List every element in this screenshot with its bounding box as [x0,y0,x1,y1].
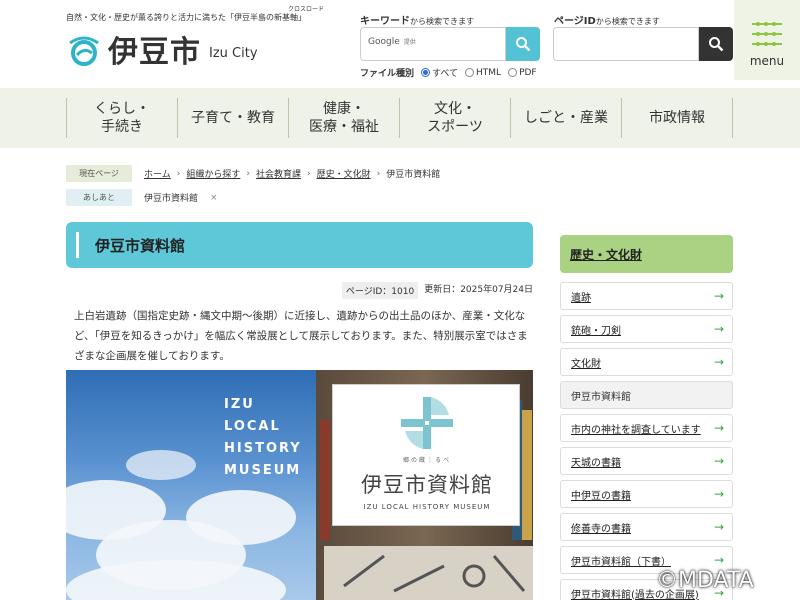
breadcrumb-link-dept[interactable]: 社会教育課 [256,167,301,180]
arrow-right-icon: → [713,487,724,501]
arrow-right-icon: → [713,421,724,435]
card-japanese-title: 伊豆市資料館 [361,473,493,497]
sidebar-item-cultural-property[interactable]: 文化財 → [560,348,733,376]
lead-paragraph: 上白岩遺跡（国指定史跡・縄文中期～後期）に近接し、遺跡からの出土品のほか、産業・… [74,310,528,362]
gnav-item-health[interactable]: 健康・ 医療・福祉 [288,98,399,138]
sidebar-item-firearms[interactable]: 銃砲・刀剣 → [560,315,733,343]
chevron-right-icon: › [306,168,311,179]
page-id-badge: ページID：1010 [341,282,419,299]
pageid-search-input[interactable] [553,27,699,61]
pageid-search-label: ページIDから検索できます [554,16,660,27]
arrow-right-icon: → [713,553,724,567]
artifacts-image [324,546,533,600]
sidebar-list: 遺跡 → 銃砲・刀剣 → 文化財 → 伊豆市資料館 市内の神社を調査しています → 天城… [560,282,733,600]
sidebar-heading: 歴史・文化財 [560,235,733,273]
filetype-option-html[interactable]: HTML [465,68,501,78]
gnav-item-government[interactable]: 市政情報 [621,98,733,138]
chevron-right-icon: › [376,168,381,179]
breadcrumb-tag: 現在ページ [66,165,132,182]
breadcrumb-link-history[interactable]: 歴史・文化財 [317,167,371,180]
card-english-title: IZU LOCAL HISTORY MUSEUM [363,503,491,511]
trail-tag: あしあと [66,189,132,206]
museum-logo-card: 郷の蔵｜るべ 伊豆市資料館 IZU LOCAL HISTORY MUSEUM [332,384,520,526]
pageid-search-button[interactable] [699,27,733,61]
hero-english-text: IZU LOCAL HISTORY MUSEUM [224,397,302,478]
radio-icon [421,68,431,77]
watermark: ©MDATA [656,568,754,593]
radio-icon [508,68,518,77]
arrow-right-icon: → [713,454,724,468]
menu-button[interactable]: menu [734,0,800,80]
logo-text-en: Izu City [209,45,258,61]
site-header: 自然・文化・歴史が薫る誇りと活力に満ちた「伊豆半島の新基軸」 クロスロード 伊豆… [0,0,800,88]
menu-label: menu [749,54,785,68]
sidebar-item-ruins[interactable]: 遺跡 → [560,282,733,310]
sidebar-item-shuzenji-books[interactable]: 修善寺の書籍 → [560,513,733,541]
filetype-option-all[interactable]: すべて [421,66,458,79]
arrow-right-icon: → [713,322,724,336]
trail-item[interactable]: 伊豆市資料館 [144,191,198,204]
breadcrumb-link-org[interactable]: 組織から探す [186,167,240,180]
logo-text-jp: 伊豆市 [108,35,201,70]
tagline-ruby: クロスロード [288,6,325,13]
gnav-item-childcare[interactable]: 子育て・教育 [177,98,288,138]
menu-icon [752,22,782,46]
chevron-right-icon: › [176,168,181,179]
logo-mark-icon [69,36,99,66]
breadcrumb-link-home[interactable]: ホーム [144,167,171,180]
sidebar-item-shrine-survey[interactable]: 市内の神社を調査しています → [560,414,733,442]
gnav-item-living[interactable]: くらし・ 手続き [66,98,177,138]
filetype-selector: ファイル種別 すべて HTML PDF [360,66,537,80]
gnav-item-culture[interactable]: 文化・ スポーツ [399,98,510,138]
page-title: 伊豆市資料館 [76,232,185,258]
sidebar-heading-link[interactable]: 歴史・文化財 [570,246,642,263]
hero-image: IZU LOCAL HISTORY MUSEUM 郷の蔵｜るべ 伊豆市資料館 I… [66,370,533,600]
sidebar-item-museum-current: 伊豆市資料館 [560,381,733,409]
global-nav: くらし・ 手続き 子育て・教育 健康・ 医療・福祉 文化・ スポーツ しごと・産… [0,88,800,148]
chevron-right-icon: › [246,168,250,179]
pinwheel-logo-icon [401,397,453,449]
close-icon[interactable]: × [210,193,218,203]
search-icon [516,37,531,52]
site-logo[interactable]: 伊豆市 Izu City [66,30,276,70]
arrow-right-icon: → [713,289,724,303]
arrow-right-icon: → [713,520,724,534]
radio-icon [465,68,475,77]
filetype-option-pdf[interactable]: PDF [508,68,537,78]
keyword-search-input[interactable]: Google 提供 [360,27,506,61]
gnav-item-business[interactable]: しごと・産業 [510,98,621,138]
breadcrumb: 現在ページ ホーム › 組織から探す › 社会教育課 › 歴史・文化財 › 伊豆… [66,165,440,182]
arrow-right-icon: → [713,355,724,369]
site-tagline: 自然・文化・歴史が薫る誇りと活力に満ちた「伊豆半島の新基軸」 クロスロード [66,6,325,22]
breadcrumb-current: 伊豆市資料館 [386,170,441,180]
sidebar-item-amagi-books[interactable]: 天城の書籍 → [560,447,733,475]
footprint-trail: あしあと 伊豆市資料館 × [66,189,218,206]
search-icon [709,37,724,52]
sidebar-item-nakaizu-books[interactable]: 中伊豆の書籍 → [560,480,733,508]
card-ruby-text: 郷の蔵｜るべ [402,457,451,464]
page-title-bar: 伊豆市資料館 [66,222,533,268]
keyword-search-button[interactable] [506,27,540,61]
updated-date: 更新日：2025年07月24日 [424,285,533,295]
keyword-search-label: キーワードから検索できます [360,16,474,27]
page-meta: ページID：1010 更新日：2025年07月24日 [341,282,533,299]
